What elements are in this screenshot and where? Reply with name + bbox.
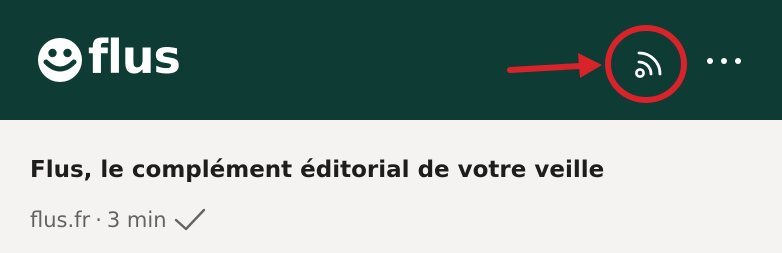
smiley-logo-icon	[38, 38, 82, 82]
rss-feed-icon[interactable]	[622, 43, 672, 87]
more-options-button[interactable]	[700, 48, 748, 74]
article-meta: flus.fr · 3 min	[30, 206, 207, 234]
article-title[interactable]: Flus, le complément éditorial de votre v…	[30, 154, 604, 186]
checkmark-icon[interactable]	[173, 207, 207, 233]
article-card: Flus, le complément éditorial de votre v…	[0, 120, 782, 253]
logo-text: flus	[88, 30, 181, 84]
more-horizontal-icon	[707, 58, 713, 64]
app-logo[interactable]: flus	[36, 30, 181, 84]
meta-separator: ·	[95, 208, 102, 232]
app-header: flus	[0, 0, 782, 120]
reading-time: 3 min	[106, 208, 167, 232]
article-source[interactable]: flus.fr	[30, 206, 90, 234]
